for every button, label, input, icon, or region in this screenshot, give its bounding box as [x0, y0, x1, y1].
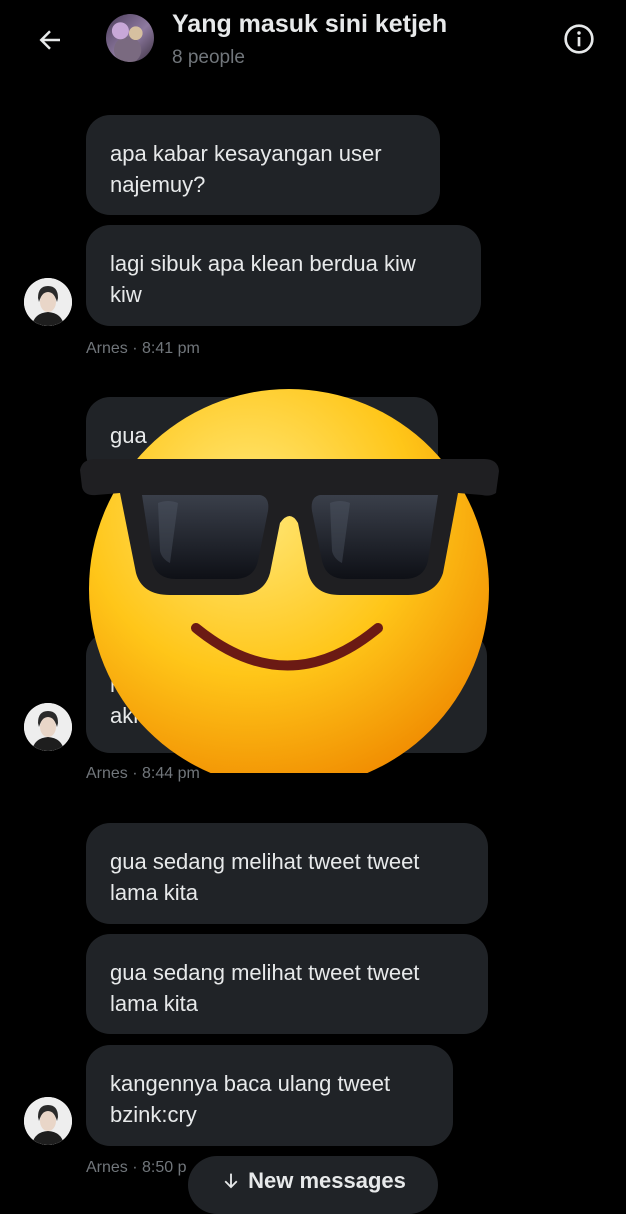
chat-header: Yang masuk sini ketjeh 8 people: [0, 0, 626, 90]
back-button[interactable]: [28, 18, 72, 62]
arrow-down-icon: [224, 1173, 238, 1189]
message-bubble[interactable]: kangennya baca ulang tweet bzink:cry: [86, 1045, 453, 1146]
message-text: m: [110, 672, 129, 697]
group-avatar[interactable]: [106, 14, 154, 62]
message-bubble[interactable]: gua sedang melihat tweet tweet lama kita: [86, 934, 488, 1034]
info-icon: [564, 24, 594, 54]
info-button[interactable]: [560, 20, 598, 58]
message-text: lama kita: [110, 991, 199, 1016]
message-text: apa kabar kesayangan user: [110, 141, 382, 166]
message-text: gua: [110, 423, 147, 448]
message-text: gua sedang melihat tweet tweet: [110, 960, 420, 985]
message-text: r: [455, 672, 463, 697]
message-bubble[interactable]: lagi sibuk apa klean berdua kiw kiw: [86, 225, 481, 326]
back-arrow-icon: [39, 30, 60, 50]
avatar-photo: [24, 703, 72, 751]
message-meta: Arnes · 8:50 p: [86, 1159, 187, 1176]
avatar-photo: [24, 278, 72, 326]
avatar[interactable]: [24, 278, 72, 326]
message-text: akh: [110, 703, 146, 728]
message-bubble[interactable]: apa kabar kesayangan user najemuy?: [86, 115, 440, 215]
message-text: gua sedang melihat tweet tweet: [110, 849, 420, 874]
new-messages-button[interactable]: New messages: [188, 1156, 438, 1214]
message-text: lagi sibuk apa klean berdua kiw: [110, 251, 416, 276]
message-bubble[interactable]: m r akh: [86, 632, 487, 753]
message-text: bzink:cry: [110, 1102, 197, 1127]
message-text: kangennya baca ulang tweet: [110, 1071, 391, 1096]
message-bubble[interactable]: gua sedang melihat tweet tweet lama kita: [86, 823, 488, 924]
avatar-photo: [24, 1097, 72, 1145]
member-count: 8 people: [172, 47, 245, 68]
group-title[interactable]: Yang masuk sini ketjeh: [172, 10, 447, 39]
avatar[interactable]: [24, 703, 72, 751]
message-meta: Arnes · 8:44 pm: [86, 765, 200, 782]
new-messages-label: New messages: [248, 1168, 406, 1193]
message-meta: Arnes · 8:41 pm: [86, 340, 200, 357]
avatar[interactable]: [24, 1097, 72, 1145]
message-text: lama kita: [110, 880, 199, 905]
message-text: kiw: [110, 282, 142, 307]
message-bubble[interactable]: gua: [86, 397, 438, 477]
message-text: najemuy?: [110, 172, 206, 197]
